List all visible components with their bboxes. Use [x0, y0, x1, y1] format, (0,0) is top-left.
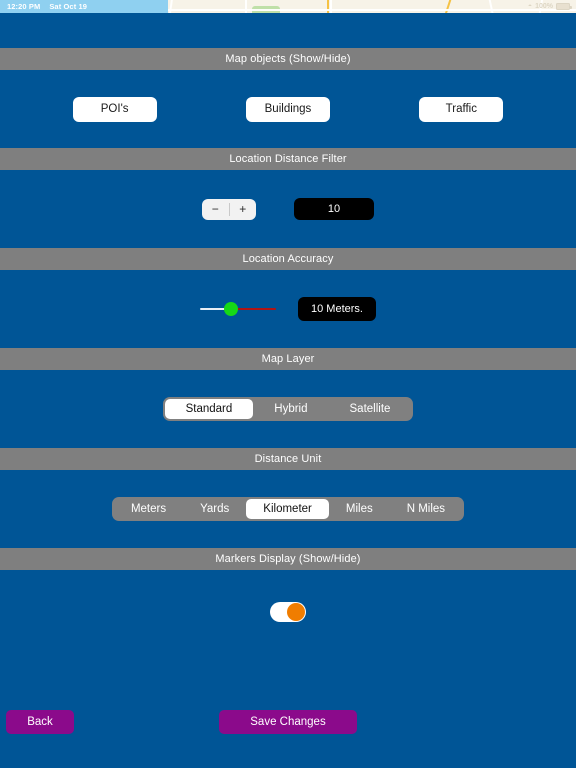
distance-stepper[interactable]: − +: [202, 198, 257, 220]
map-layer-option-hybrid[interactable]: Hybrid: [253, 399, 328, 419]
back-button[interactable]: Back: [6, 710, 74, 734]
stepper-increment-button[interactable]: +: [230, 199, 257, 220]
distance-unit-option-miles[interactable]: Miles: [329, 499, 390, 519]
status-bar: 12:20 PM Sat Oct 19 ◓ 100%: [0, 0, 576, 13]
section-header-map-layer: Map Layer: [0, 348, 576, 370]
distance-unit-panel: Meters Yards Kilometer Miles N Miles: [0, 470, 576, 548]
status-bar-left: 12:20 PM Sat Oct 19: [0, 0, 168, 13]
map-objects-button-row: POI's Buildings Traffic: [0, 96, 576, 122]
location-distance-filter-panel: − + 10: [0, 170, 576, 248]
save-changes-button[interactable]: Save Changes: [219, 710, 357, 734]
markers-display-panel: [0, 570, 576, 682]
status-time: 12:20 PM: [7, 2, 41, 11]
battery-percent-label: 100%: [535, 3, 553, 10]
wifi-icon: ◓: [527, 3, 533, 10]
map-layer-segmented-control[interactable]: Standard Hybrid Satellite: [162, 397, 414, 421]
distance-unit-option-kilometer[interactable]: Kilometer: [246, 499, 329, 519]
stepper-decrement-button[interactable]: −: [202, 199, 229, 220]
map-layer-option-satellite[interactable]: Satellite: [329, 399, 412, 419]
map-layer-option-standard[interactable]: Standard: [164, 399, 254, 419]
map-objects-panel: POI's Buildings Traffic: [0, 70, 576, 148]
poi-button[interactable]: POI's: [72, 96, 157, 122]
section-header-location-accuracy: Location Accuracy: [0, 248, 576, 270]
location-accuracy-value: 10 Meters.: [298, 297, 376, 321]
traffic-button[interactable]: Traffic: [419, 96, 504, 122]
location-accuracy-slider[interactable]: [200, 300, 276, 318]
section-header-map-objects: Map objects (Show/Hide): [0, 48, 576, 70]
footer-action-bar: Back Save Changes: [0, 710, 576, 734]
markers-display-toggle[interactable]: [270, 602, 306, 622]
slider-thumb[interactable]: [224, 302, 238, 316]
location-accuracy-row: 10 Meters.: [200, 297, 376, 321]
section-header-markers-display: Markers Display (Show/Hide): [0, 548, 576, 570]
status-bar-right: ◓ 100%: [528, 3, 576, 10]
battery-icon: [556, 3, 572, 10]
distance-unit-option-yards[interactable]: Yards: [183, 499, 246, 519]
buildings-button[interactable]: Buildings: [245, 96, 330, 122]
section-header-location-distance-filter: Location Distance Filter: [0, 148, 576, 170]
toggle-knob: [287, 603, 305, 621]
distance-unit-option-n-miles[interactable]: N Miles: [390, 499, 462, 519]
section-header-distance-unit: Distance Unit: [0, 448, 576, 470]
distance-filter-row: − + 10: [202, 198, 374, 220]
distance-unit-option-meters[interactable]: Meters: [114, 499, 183, 519]
distance-filter-value: 10: [294, 198, 374, 220]
top-gap: [0, 13, 576, 48]
location-accuracy-panel: 10 Meters.: [0, 270, 576, 348]
map-layer-panel: Standard Hybrid Satellite: [0, 370, 576, 448]
distance-unit-segmented-control[interactable]: Meters Yards Kilometer Miles N Miles: [111, 497, 465, 521]
status-date: Sat Oct 19: [49, 2, 88, 11]
